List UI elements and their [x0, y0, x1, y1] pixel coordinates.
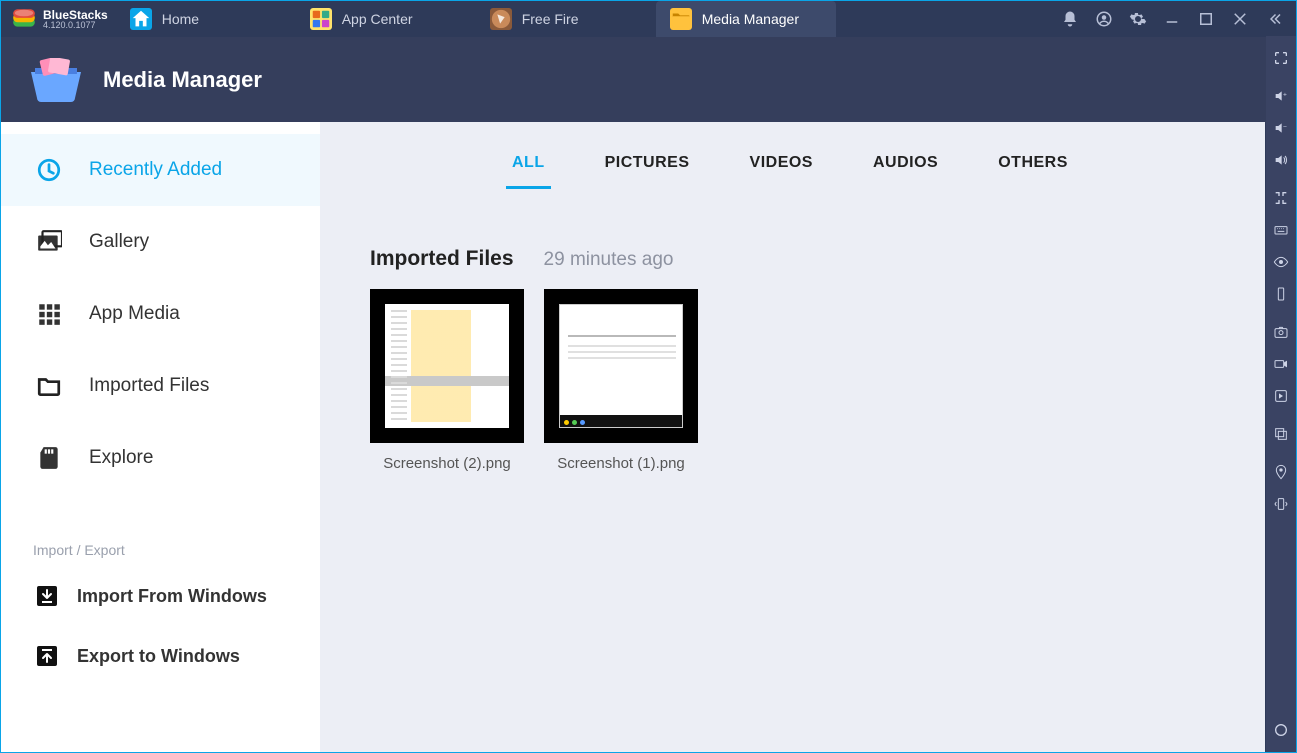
file-name: Screenshot (1).png	[557, 455, 685, 472]
sidebar-item-label: Recently Added	[89, 159, 222, 181]
tab-free-fire[interactable]: Free Fire	[476, 1, 656, 37]
file-thumbnail[interactable]: Screenshot (1).png	[544, 289, 698, 472]
maximize-button[interactable]	[1194, 7, 1218, 31]
sidebar-item-label: App Media	[89, 303, 180, 325]
section-title: Imported Files	[370, 247, 514, 271]
filter-pictures[interactable]: PICTURES	[599, 140, 696, 189]
svg-text:−: −	[1283, 124, 1287, 131]
grid-icon	[35, 300, 63, 328]
thumbnail-grid: Screenshot (2).png Screenshot (1).png	[370, 289, 1215, 472]
right-toolbar: + −	[1266, 36, 1296, 752]
media-manager-icon	[29, 58, 83, 102]
filter-tabs: ALL PICTURES VIDEOS AUDIOS OTHERS	[320, 122, 1265, 189]
sidebar-import-from-windows[interactable]: Import From Windows	[1, 566, 320, 626]
svg-text:+: +	[1283, 92, 1287, 99]
home-icon	[130, 8, 152, 30]
file-name: Screenshot (2).png	[383, 455, 511, 472]
volume-down-button[interactable]: −	[1266, 112, 1296, 144]
sidebar-item-app-media[interactable]: App Media	[1, 278, 320, 350]
multi-instance-button[interactable]	[1266, 418, 1296, 450]
import-icon	[35, 584, 59, 608]
title-bar: BlueStacks 4.120.0.1077 Home App Center …	[1, 1, 1296, 37]
filter-audios[interactable]: AUDIOS	[867, 140, 944, 189]
collapse-sidebar-button[interactable]	[1262, 7, 1286, 31]
thumbnail-image	[544, 289, 698, 443]
fullscreen-button[interactable]	[1266, 42, 1296, 74]
sidebar-item-label: Explore	[89, 447, 153, 469]
filter-videos[interactable]: VIDEOS	[744, 140, 819, 189]
shake-button[interactable]	[1266, 488, 1296, 520]
main-panel: ALL PICTURES VIDEOS AUDIOS OTHERS Import…	[320, 122, 1265, 752]
sidebar-item-recently-added[interactable]: Recently Added	[1, 134, 320, 206]
brand-name: BlueStacks	[43, 9, 108, 21]
sidebar-item-label: Import From Windows	[77, 586, 267, 607]
files-section: Imported Files 29 minutes ago Screenshot…	[320, 189, 1265, 472]
sd-card-icon	[35, 444, 63, 472]
keymap-button[interactable]	[1266, 182, 1296, 214]
sidebar-item-label: Export to Windows	[77, 646, 240, 667]
rotate-button[interactable]	[1266, 278, 1296, 310]
folder-outline-icon	[35, 372, 63, 400]
home-button[interactable]	[1266, 714, 1296, 746]
filter-all[interactable]: ALL	[506, 140, 551, 189]
tab-label: Free Fire	[522, 11, 579, 27]
eye-button[interactable]	[1266, 246, 1296, 278]
minimize-button[interactable]	[1160, 7, 1184, 31]
tab-app-center[interactable]: App Center	[296, 1, 476, 37]
sidebar-item-gallery[interactable]: Gallery	[1, 206, 320, 278]
record-button[interactable]	[1266, 348, 1296, 380]
settings-button[interactable]	[1126, 7, 1150, 31]
sidebar-item-explore[interactable]: Explore	[1, 422, 320, 494]
gallery-icon	[35, 228, 63, 256]
app-header: Media Manager	[1, 37, 1296, 123]
titlebar-controls	[1058, 7, 1296, 31]
notifications-button[interactable]	[1058, 7, 1082, 31]
tab-media-manager[interactable]: Media Manager	[656, 1, 836, 37]
clock-icon	[35, 156, 63, 184]
brand-version: 4.120.0.1077	[43, 21, 108, 30]
folder-icon	[670, 8, 692, 30]
sidebar-export-to-windows[interactable]: Export to Windows	[1, 626, 320, 686]
sidebar-item-imported-files[interactable]: Imported Files	[1, 350, 320, 422]
volume-button[interactable]	[1266, 144, 1296, 176]
location-button[interactable]	[1266, 456, 1296, 488]
window-tabs: Home App Center Free Fire Media Manager	[116, 1, 836, 37]
sidebar-item-label: Gallery	[89, 231, 149, 253]
thumbnail-image	[370, 289, 524, 443]
tab-label: App Center	[342, 11, 413, 27]
app-center-icon	[310, 8, 332, 30]
section-timestamp: 29 minutes ago	[544, 249, 674, 271]
free-fire-icon	[490, 8, 512, 30]
volume-up-button[interactable]: +	[1266, 80, 1296, 112]
import-export-heading: Import / Export	[1, 494, 320, 566]
account-button[interactable]	[1092, 7, 1116, 31]
filter-others[interactable]: OTHERS	[992, 140, 1074, 189]
screenshot-button[interactable]	[1266, 316, 1296, 348]
bluestacks-icon	[11, 6, 37, 32]
page-title: Media Manager	[103, 67, 262, 93]
sidebar: Recently Added Gallery App Media Importe…	[1, 122, 320, 752]
export-icon	[35, 644, 59, 668]
bluestacks-logo: BlueStacks 4.120.0.1077	[1, 6, 116, 32]
sidebar-item-label: Imported Files	[89, 375, 209, 397]
close-button[interactable]	[1228, 7, 1252, 31]
keyboard-button[interactable]	[1266, 214, 1296, 246]
tab-home[interactable]: Home	[116, 1, 296, 37]
body: Recently Added Gallery App Media Importe…	[1, 122, 1265, 752]
file-thumbnail[interactable]: Screenshot (2).png	[370, 289, 524, 472]
tab-label: Home	[162, 11, 199, 27]
macro-button[interactable]	[1266, 380, 1296, 412]
tab-label: Media Manager	[702, 11, 799, 27]
